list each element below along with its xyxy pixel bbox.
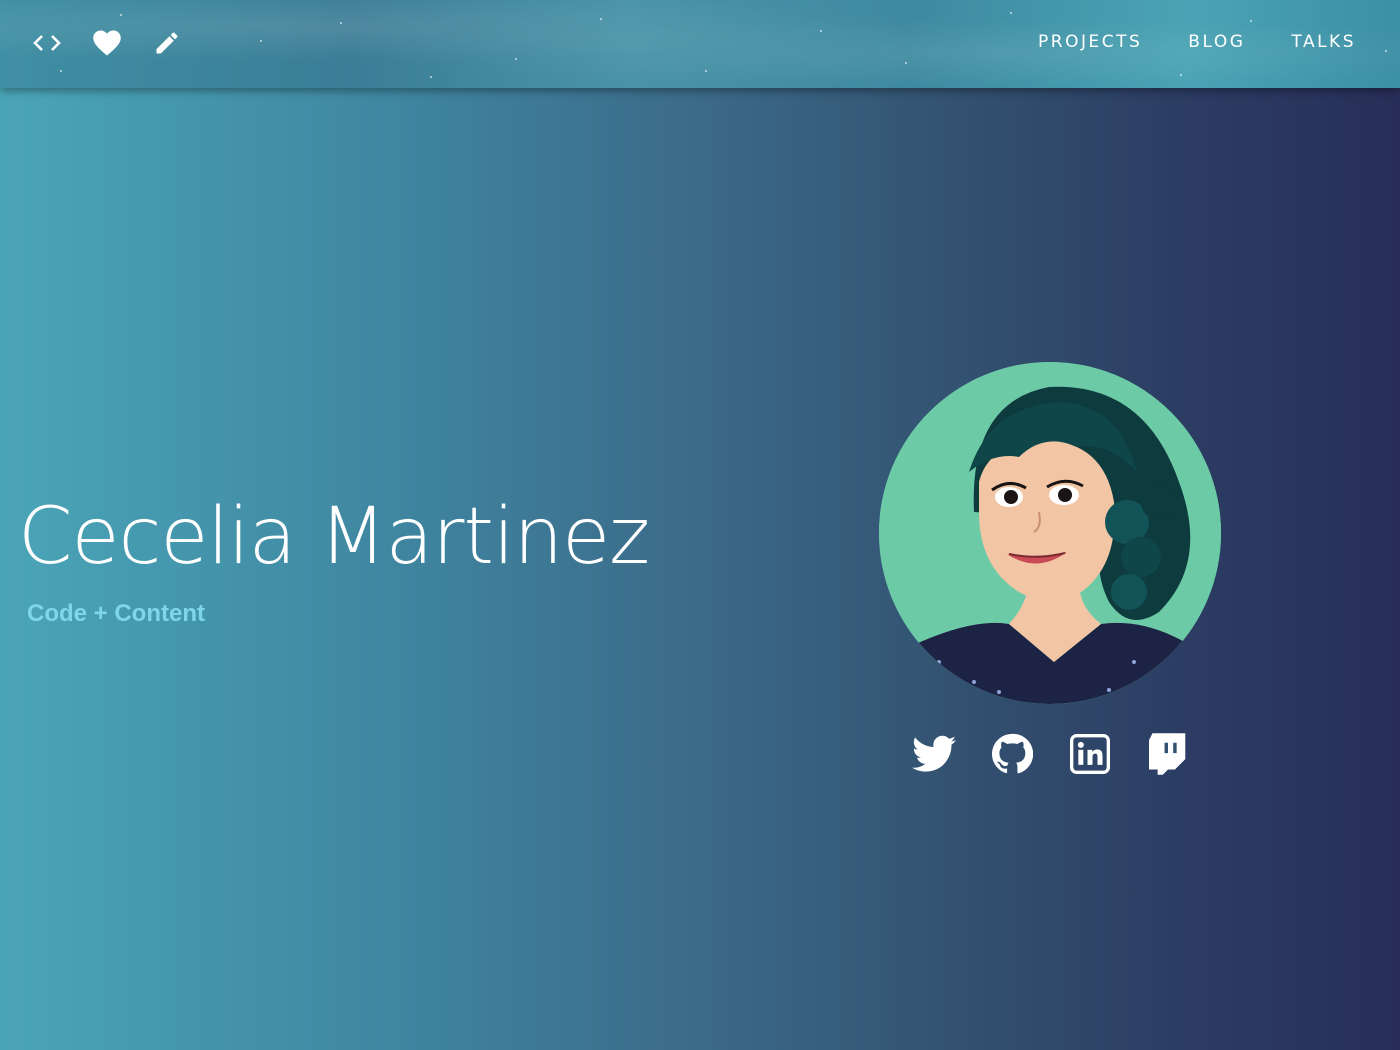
pencil-icon[interactable] <box>150 26 184 60</box>
linkedin-icon[interactable] <box>1068 732 1112 776</box>
avatar-illustration <box>879 362 1221 704</box>
nav-link-group: PROJECTS BLOG TALKS <box>1038 32 1356 52</box>
nav-link-blog[interactable]: BLOG <box>1188 32 1245 52</box>
nav-link-projects[interactable]: PROJECTS <box>1038 32 1142 52</box>
twitter-icon[interactable] <box>912 732 956 776</box>
hero-name: Cecelia Martinez <box>18 492 650 582</box>
nav-icon-group <box>30 26 184 60</box>
twitch-icon[interactable] <box>1146 732 1190 776</box>
heart-icon[interactable] <box>90 26 124 60</box>
code-icon[interactable] <box>30 26 64 60</box>
social-links <box>912 732 1190 776</box>
github-icon[interactable] <box>990 732 1034 776</box>
nav-link-talks[interactable]: TALKS <box>1291 32 1356 52</box>
avatar <box>879 362 1221 704</box>
top-navbar: PROJECTS BLOG TALKS <box>0 0 1400 88</box>
hero-tagline: Code + Content <box>27 600 205 627</box>
